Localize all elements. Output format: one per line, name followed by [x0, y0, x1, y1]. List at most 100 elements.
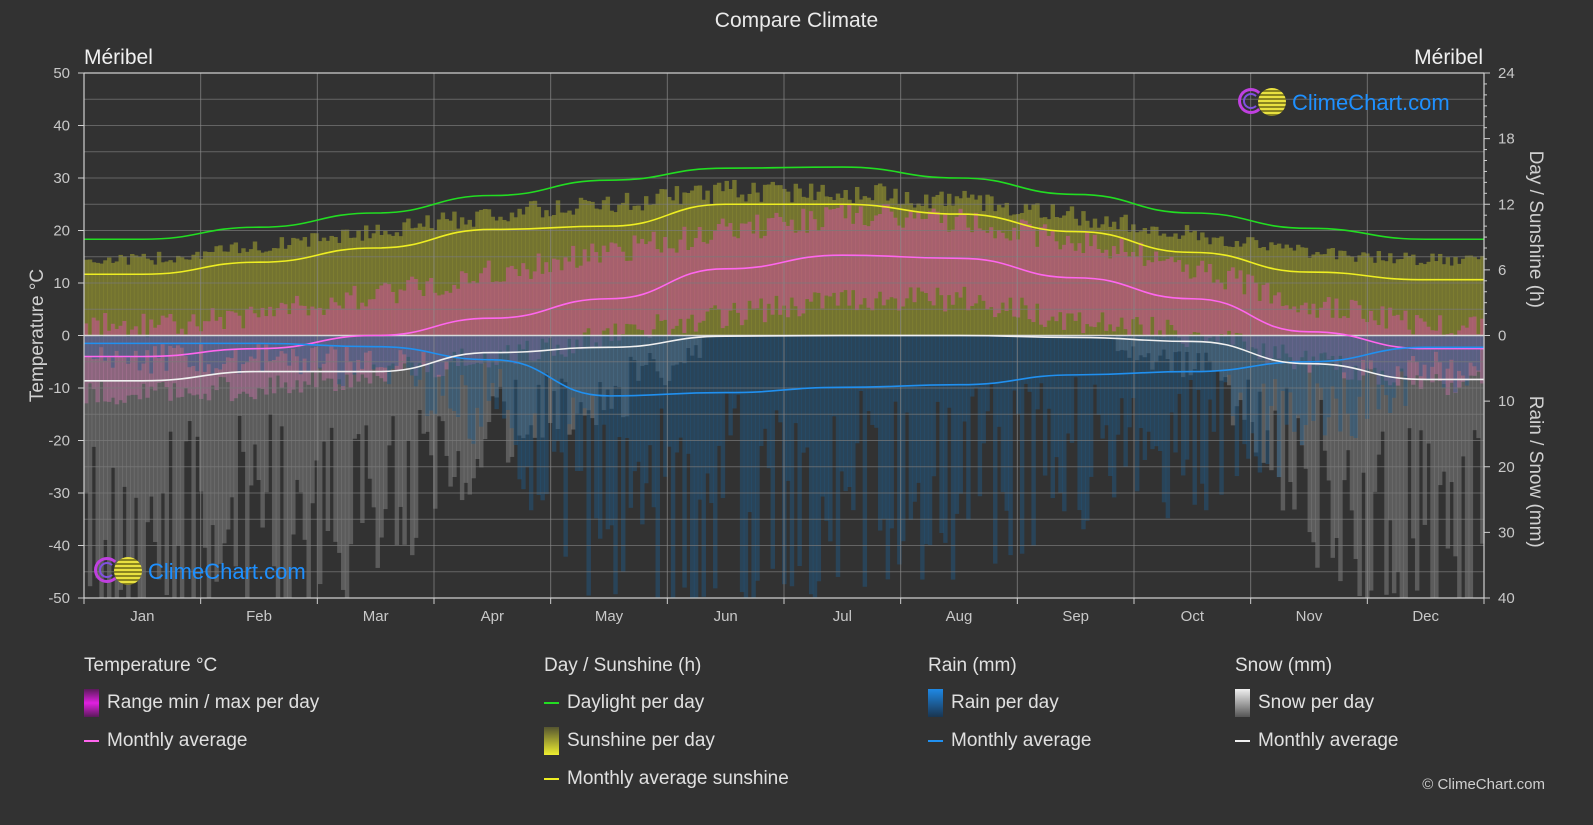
temp-range-day-bar	[966, 227, 971, 311]
rain-day-bar	[1192, 335, 1197, 505]
temp-range-day-bar	[1200, 260, 1205, 335]
temp-range-day-bar	[1092, 234, 1098, 328]
temp-range-day-bar	[1023, 220, 1029, 306]
rain-day-bar	[624, 335, 630, 439]
rain-day-bar	[644, 335, 649, 484]
rain-day-bar	[164, 335, 169, 371]
temp-range-day-bar	[1088, 246, 1094, 327]
rain-day-bar	[287, 335, 292, 366]
temp-range-day-bar	[705, 243, 710, 312]
sunshine-day-bar	[1449, 265, 1454, 336]
temp-range-day-bar	[1165, 259, 1171, 320]
legend-item: Monthly average	[928, 728, 1091, 754]
legend-label: Monthly average	[951, 730, 1092, 751]
rain-day-bar	[820, 335, 825, 497]
rain-day-bar	[1180, 335, 1186, 476]
temp-range-day-bar	[651, 231, 657, 330]
temp-range-day-bar	[1192, 277, 1197, 333]
snow-day-bar	[1414, 335, 1420, 591]
temp-range-day-bar	[1008, 240, 1013, 298]
rain-day-bar	[156, 335, 162, 359]
rain-day-bar	[1134, 335, 1140, 492]
rain-day-bar	[517, 335, 522, 480]
sunshine-day-bar	[1434, 261, 1439, 336]
rain-day-bar	[736, 335, 741, 395]
rain-day-bar	[574, 335, 580, 471]
rain-day-bar	[1445, 335, 1451, 369]
rain-day-bar	[141, 335, 146, 364]
rain-day-bar	[241, 335, 246, 365]
right-axis-hours-title: Day / Sunshine (h)	[1525, 151, 1546, 308]
rain-day-bar	[406, 335, 411, 368]
rain-day-bar	[578, 335, 584, 471]
temp-range-day-bar	[1081, 253, 1086, 334]
right-axis-precip-title: Rain / Snow (mm)	[1525, 396, 1546, 548]
snow-day-bar	[153, 335, 158, 542]
rain-day-bar	[989, 335, 994, 384]
rain-day-bar	[1065, 335, 1071, 434]
temp-range-day-bar	[709, 239, 714, 308]
right-axis-precip-tick-label: 20	[1498, 459, 1515, 476]
temp-range-day-bar	[977, 228, 983, 296]
snow-day-bar	[310, 335, 315, 504]
left-axis-tick-label: -50	[48, 590, 70, 607]
rain-day-bar	[762, 335, 768, 429]
rain-day-bar	[1050, 335, 1056, 499]
legend-label: Range min / max per day	[107, 692, 320, 713]
rain-day-bar	[252, 335, 258, 359]
snow-day-bar	[1307, 335, 1312, 533]
right-axis-hours-tick-label: 18	[1498, 131, 1515, 148]
snow-day-bar	[133, 335, 139, 498]
rain-day-bar	[766, 335, 772, 469]
rain-day-bar	[636, 335, 641, 462]
temp-range-day-bar	[958, 208, 963, 298]
rain-day-bar	[1165, 335, 1171, 519]
rain-day-bar	[1173, 335, 1178, 453]
temp-range-day-bar	[950, 229, 956, 305]
temp-range-day-bar	[885, 203, 891, 300]
temp-range-day-bar	[582, 249, 588, 333]
rain-day-bar	[659, 335, 664, 409]
rain-day-bar	[797, 335, 802, 567]
rain-day-bar	[1073, 335, 1079, 378]
temp-range-day-bar	[670, 248, 676, 329]
rain-day-bar	[828, 335, 833, 542]
sunshine-day-bar	[1441, 264, 1447, 336]
rain-day-bar	[84, 335, 89, 358]
legend-item: Monthly average sunshine	[544, 766, 789, 792]
temp-range-day-bar	[1115, 253, 1121, 327]
temp-range-day-bar	[801, 208, 806, 314]
snow-day-bar	[367, 335, 373, 479]
temp-range-day-bar	[655, 249, 660, 315]
temp-range-day-bar	[747, 221, 752, 301]
left-axis-tick-label: 40	[53, 118, 70, 135]
sunshine-swatch	[544, 727, 559, 755]
rain-day-bar	[387, 335, 392, 385]
legend-item: Rain per day	[928, 689, 1091, 717]
snow-day-bar	[118, 335, 123, 590]
temp-range-day-bar	[912, 218, 917, 303]
temp-range-day-bar	[540, 273, 545, 339]
rain-day-bar	[183, 335, 189, 357]
rain-day-bar	[728, 335, 733, 436]
temp-range-day-bar	[720, 218, 726, 329]
legend-label: Sunshine per day	[567, 730, 715, 751]
temp-range-day-bar	[739, 223, 745, 326]
snow-day-bar	[291, 335, 296, 535]
rain-day-bar	[1157, 335, 1163, 452]
left-axis-tick-label: 20	[53, 223, 70, 240]
rain-day-bar	[1403, 335, 1408, 406]
rain-day-bar	[939, 335, 944, 534]
temp-range-day-bar	[574, 267, 580, 340]
legend-heading: Temperature °C	[84, 655, 218, 676]
snow-day-bar	[103, 335, 108, 540]
temp-range-day-bar	[993, 238, 998, 318]
temp-range-day-bar	[594, 252, 599, 343]
rain-day-bar	[1349, 335, 1355, 437]
brand-name: ClimeChart.com	[1292, 90, 1450, 115]
rain-day-bar	[202, 335, 208, 372]
rain-day-bar	[732, 335, 737, 409]
rain-day-bar	[99, 335, 104, 348]
legend-temperature: Temperature °C Range min / max per day M…	[84, 655, 319, 766]
rain-day-bar	[1092, 335, 1098, 385]
